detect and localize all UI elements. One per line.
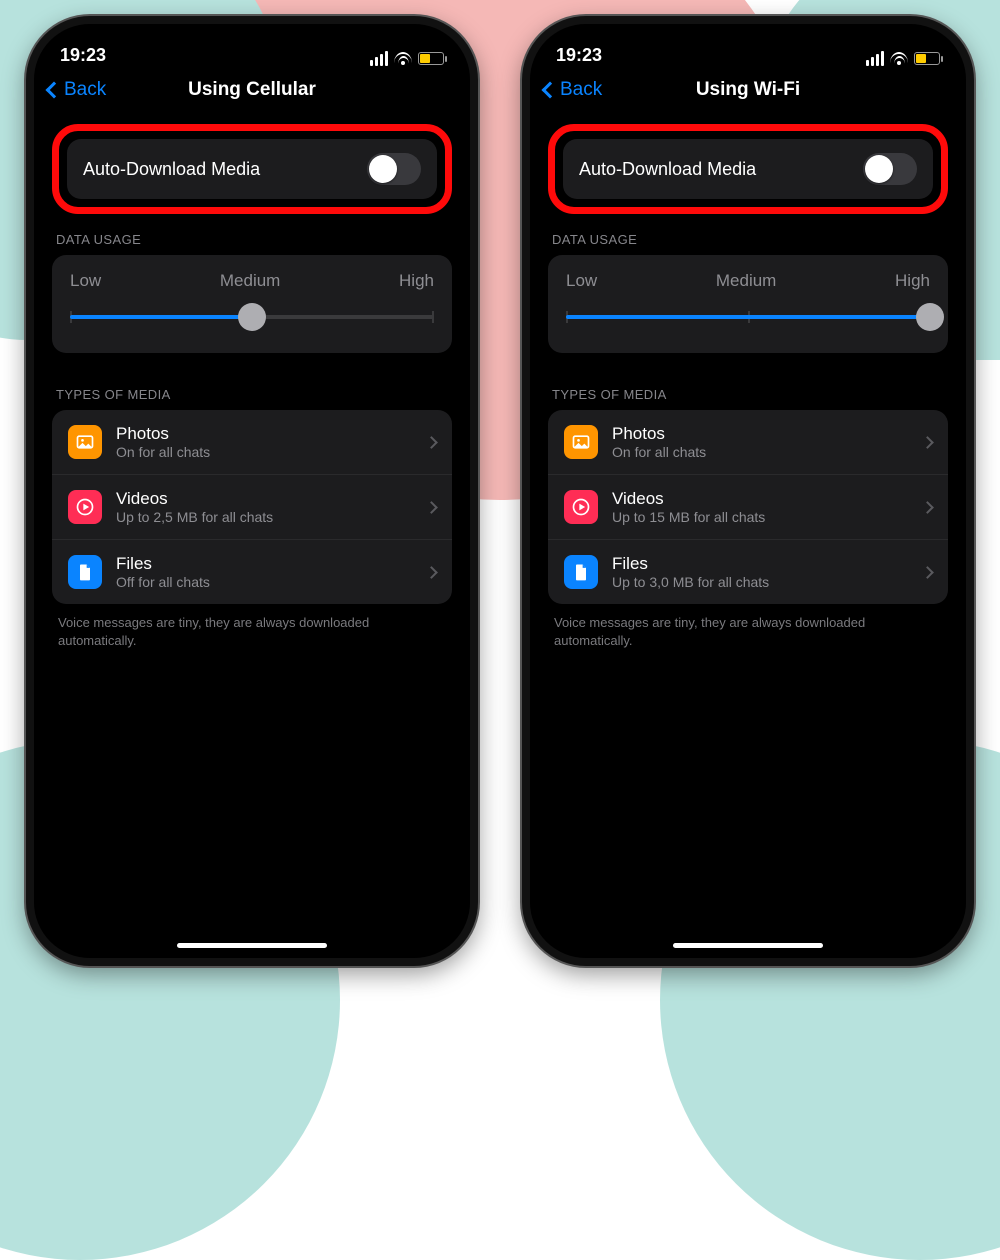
highlight-annotation: Auto-Download Media — [548, 124, 948, 214]
chevron-right-icon — [425, 436, 438, 449]
comparison-stage: 19:23 Back Using Cellular A — [0, 0, 1000, 1000]
slider-label-low: Low — [566, 271, 597, 291]
media-subtitle: Off for all chats — [116, 574, 427, 590]
chevron-right-icon — [921, 436, 934, 449]
chevron-right-icon — [425, 501, 438, 514]
phone-cellular: 19:23 Back Using Cellular A — [26, 16, 478, 966]
page-title: Using Wi-Fi — [696, 79, 800, 101]
photos-icon — [564, 425, 598, 459]
media-title: Files — [612, 554, 923, 574]
wifi-icon — [394, 52, 412, 65]
data-usage-header: DATA USAGE — [56, 232, 448, 247]
data-usage-slider-cell: Low Medium High — [548, 255, 948, 353]
media-subtitle: On for all chats — [612, 444, 923, 460]
auto-download-label: Auto-Download Media — [579, 159, 863, 180]
status-bar: 19:23 — [34, 24, 470, 68]
videos-icon — [564, 490, 598, 524]
back-button[interactable]: Back — [48, 79, 106, 101]
home-indicator[interactable] — [673, 943, 823, 948]
media-row-videos[interactable]: Videos Up to 2,5 MB for all chats — [52, 474, 452, 539]
media-row-files[interactable]: Files Up to 3,0 MB for all chats — [548, 539, 948, 604]
battery-icon — [914, 52, 940, 65]
highlight-annotation: Auto-Download Media — [52, 124, 452, 214]
auto-download-row[interactable]: Auto-Download Media — [67, 139, 437, 199]
slider-label-medium: Medium — [716, 271, 776, 291]
footnote: Voice messages are tiny, they are always… — [58, 614, 446, 649]
chevron-left-icon — [542, 82, 559, 99]
phone-wifi: 19:23 Back Using Wi-Fi Auto — [522, 16, 974, 966]
nav-bar: Back Using Cellular — [34, 68, 470, 112]
cellular-signal-icon — [370, 51, 388, 66]
slider-label-low: Low — [70, 271, 101, 291]
auto-download-toggle[interactable] — [367, 153, 421, 185]
media-subtitle: Up to 3,0 MB for all chats — [612, 574, 923, 590]
status-bar: 19:23 — [530, 24, 966, 68]
data-usage-slider-cell: Low Medium High — [52, 255, 452, 353]
auto-download-toggle[interactable] — [863, 153, 917, 185]
photos-icon — [68, 425, 102, 459]
media-title: Files — [116, 554, 427, 574]
back-label: Back — [64, 79, 106, 101]
chevron-right-icon — [921, 501, 934, 514]
media-row-photos[interactable]: Photos On for all chats — [548, 410, 948, 474]
files-icon — [68, 555, 102, 589]
media-title: Videos — [116, 489, 427, 509]
chevron-right-icon — [921, 566, 934, 579]
media-subtitle: On for all chats — [116, 444, 427, 460]
footnote: Voice messages are tiny, they are always… — [554, 614, 942, 649]
auto-download-label: Auto-Download Media — [83, 159, 367, 180]
media-types-list: Photos On for all chats Videos Up to 15 … — [548, 410, 948, 604]
back-label: Back — [560, 79, 602, 101]
home-indicator[interactable] — [177, 943, 327, 948]
files-icon — [564, 555, 598, 589]
cellular-signal-icon — [866, 51, 884, 66]
media-title: Photos — [116, 424, 427, 444]
slider-label-medium: Medium — [220, 271, 280, 291]
media-subtitle: Up to 2,5 MB for all chats — [116, 509, 427, 525]
chevron-left-icon — [46, 82, 63, 99]
wifi-icon — [890, 52, 908, 65]
data-usage-slider[interactable] — [566, 303, 930, 331]
media-title: Photos — [612, 424, 923, 444]
auto-download-row[interactable]: Auto-Download Media — [563, 139, 933, 199]
media-row-files[interactable]: Files Off for all chats — [52, 539, 452, 604]
slider-label-high: High — [895, 271, 930, 291]
types-of-media-header: TYPES OF MEDIA — [56, 387, 448, 402]
media-row-videos[interactable]: Videos Up to 15 MB for all chats — [548, 474, 948, 539]
chevron-right-icon — [425, 566, 438, 579]
back-button[interactable]: Back — [544, 79, 602, 101]
data-usage-header: DATA USAGE — [552, 232, 944, 247]
nav-bar: Back Using Wi-Fi — [530, 68, 966, 112]
media-types-list: Photos On for all chats Videos Up to 2,5… — [52, 410, 452, 604]
data-usage-slider[interactable] — [70, 303, 434, 331]
media-row-photos[interactable]: Photos On for all chats — [52, 410, 452, 474]
slider-label-high: High — [399, 271, 434, 291]
media-title: Videos — [612, 489, 923, 509]
status-time: 19:23 — [556, 45, 602, 66]
videos-icon — [68, 490, 102, 524]
media-subtitle: Up to 15 MB for all chats — [612, 509, 923, 525]
status-time: 19:23 — [60, 45, 106, 66]
types-of-media-header: TYPES OF MEDIA — [552, 387, 944, 402]
battery-icon — [418, 52, 444, 65]
page-title: Using Cellular — [188, 79, 316, 101]
